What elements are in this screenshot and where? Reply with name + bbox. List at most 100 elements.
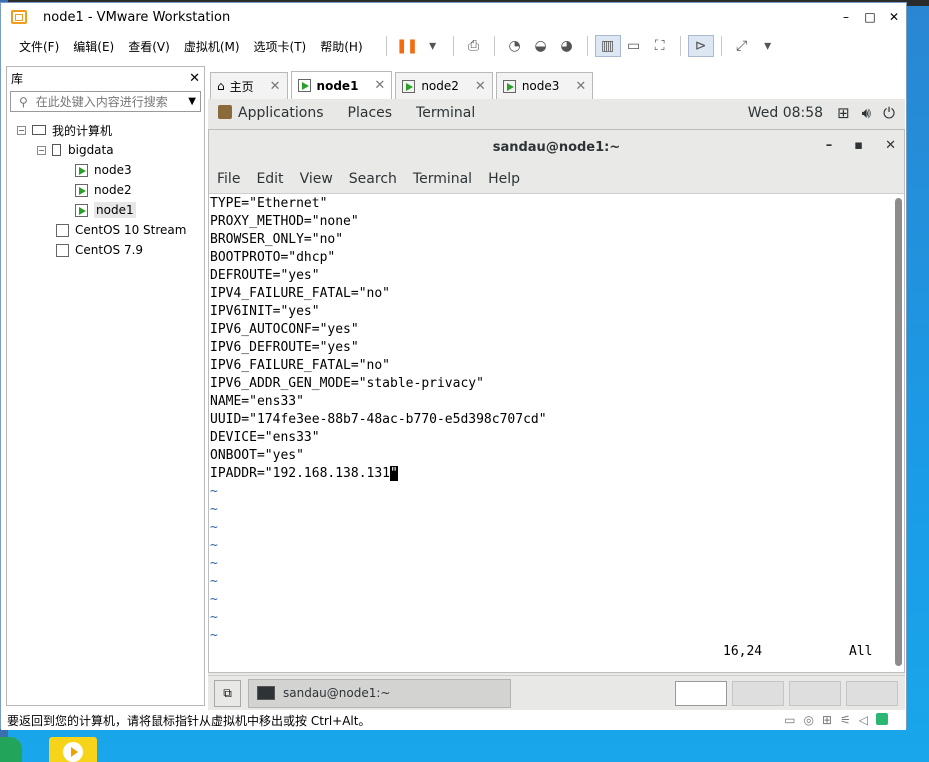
applications-menu[interactable]: Applications (218, 105, 324, 121)
terminal-scrollbar[interactable] (895, 198, 902, 666)
collapse-icon[interactable]: − (37, 145, 46, 155)
taskbar-terminal-item[interactable]: sandau@node1:~ (248, 678, 511, 708)
menu-bar: 文件(F) 编辑(E) 查看(V) 虚拟机(M) 选项卡(T) 帮助(H) ❚❚… (1, 31, 906, 61)
empty-line-marker: ~ (210, 538, 218, 553)
running-vm-icon (297, 79, 311, 92)
library-panel: 库 ✕ ⚲ 在此处键入内容进行搜索 ▼ − 我的计算机 − bigdata no… (6, 66, 205, 706)
terminal-menu-terminal[interactable]: Terminal (413, 171, 472, 187)
close-icon[interactable]: ✕ (374, 78, 385, 93)
workspace-2[interactable] (732, 680, 784, 706)
buffer-line: IPV6INIT="yes" (210, 304, 320, 319)
snapshot-icon[interactable]: ◔ (502, 35, 528, 57)
volume-icon[interactable]: 🔊︎ (862, 104, 871, 122)
menu-file[interactable]: 文件(F) (19, 38, 59, 55)
terminal-menu-view[interactable]: View (300, 171, 333, 187)
tree-item-bigdata[interactable]: − bigdata (7, 140, 204, 160)
tab-home[interactable]: ⌂ 主页 ✕ (210, 72, 288, 99)
terminal-content[interactable]: TYPE="Ethernet" PROXY_METHOD="none" BROW… (209, 194, 904, 672)
empty-line-marker: ~ (210, 574, 218, 589)
menu-help[interactable]: 帮助(H) (320, 38, 362, 55)
pause-icon[interactable]: ❚❚ (394, 35, 420, 57)
network-icon[interactable]: ⊞ (837, 104, 850, 122)
library-tree: − 我的计算机 − bigdata node3 node2 node1 Cent… (7, 120, 204, 260)
computer-icon (32, 125, 46, 135)
buffer-line: TYPE="Ethernet" (210, 196, 328, 211)
terminal-maximize-button[interactable]: ▪ (854, 138, 863, 153)
collapse-icon[interactable]: − (17, 125, 26, 135)
terminal-menu-file[interactable]: File (217, 171, 240, 187)
empty-line-marker: ~ (210, 502, 218, 517)
close-icon[interactable]: ✕ (270, 79, 281, 94)
menu-edit[interactable]: 编辑(E) (73, 38, 114, 55)
toolbar-separator (679, 36, 681, 56)
usb-icon[interactable]: ⚟ (840, 713, 851, 727)
workspace-4[interactable] (846, 680, 898, 706)
menu-view[interactable]: 查看(V) (128, 38, 170, 55)
terminal-close-button[interactable]: ✕ (885, 138, 896, 153)
status-hint: 要返回到您的计算机，请将鼠标指针从虚拟机中移出或按 Ctrl+Alt。 (7, 713, 371, 728)
chevron-down-icon[interactable]: ▼ (188, 96, 196, 107)
message-log-icon[interactable] (876, 713, 888, 725)
cd-drive-icon[interactable]: ◎ (803, 713, 813, 727)
tree-item-node1[interactable]: node1 (7, 200, 204, 220)
terminal-menu-edit[interactable]: Edit (256, 171, 283, 187)
show-desktop-icon[interactable]: ⧉ (214, 679, 241, 707)
sound-card-icon[interactable]: ◁ (859, 713, 868, 727)
title-bar: node1 - VMware Workstation – □ ✕ (1, 3, 906, 31)
terminal-title: sandau@node1:~ (492, 139, 621, 155)
library-close-icon[interactable]: ✕ (189, 71, 200, 86)
tab-node3[interactable]: node3 ✕ (495, 72, 594, 99)
buffer-line: UUID="174fe3ee-88b7-48ac-b770-e5d398c707… (210, 412, 547, 427)
library-toggle-icon[interactable]: ▥ (594, 35, 621, 57)
tree-item-node3[interactable]: node3 (7, 160, 204, 180)
tree-item-centos10[interactable]: CentOS 10 Stream (7, 220, 204, 240)
stretch-icon[interactable]: ⤢ (729, 35, 755, 57)
places-menu[interactable]: Places (348, 105, 393, 121)
chevron-down-icon[interactable]: ▾ (420, 35, 446, 57)
empty-line-marker: ~ (210, 520, 218, 535)
chevron-down-icon[interactable]: ▾ (755, 35, 781, 57)
tab-label: node2 (421, 79, 459, 93)
minimize-button[interactable]: – (834, 10, 858, 24)
console-view-icon[interactable]: ⊳ (687, 35, 714, 57)
close-icon[interactable]: ✕ (575, 79, 586, 94)
library-search-input[interactable]: ⚲ 在此处键入内容进行搜索 ▼ (10, 91, 201, 112)
desktop-app-icon[interactable] (0, 737, 22, 762)
terminal-menu[interactable]: Terminal (416, 105, 475, 121)
terminal-menu-help[interactable]: Help (488, 171, 520, 187)
maximize-button[interactable]: □ (858, 10, 882, 24)
tree-item-my-computer[interactable]: − 我的计算机 (7, 120, 204, 140)
tab-node2[interactable]: node2 ✕ (395, 72, 493, 99)
workspace-3[interactable] (789, 680, 841, 706)
search-icon: ⚲ (19, 94, 28, 109)
clock[interactable]: Wed 08:58 (748, 105, 823, 121)
tab-node1[interactable]: node1 ✕ (290, 71, 393, 99)
library-title: 库 (11, 71, 24, 86)
send-ctrl-alt-del-icon[interactable]: ⎙ (461, 35, 487, 57)
desktop-player-icon[interactable] (49, 737, 97, 762)
power-icon[interactable]: ⏻ (883, 104, 895, 122)
buffer-line: NAME="ens33" (210, 394, 304, 409)
buffer-line: IPV6_ADDR_GEN_MODE="stable-privacy" (210, 376, 484, 391)
fullscreen-icon[interactable]: ⛶ (647, 35, 673, 57)
running-vm-icon (75, 183, 88, 197)
buffer-line: DEVICE="ens33" (210, 430, 320, 445)
close-button[interactable]: ✕ (882, 10, 906, 24)
thumbnail-bar-icon[interactable]: ▭ (621, 35, 647, 57)
snapshot-manager-icon[interactable]: ◕ (554, 35, 580, 57)
workspace-1[interactable] (675, 680, 727, 706)
empty-line-marker: ~ (210, 628, 218, 643)
revert-snapshot-icon[interactable]: ◒ (528, 35, 554, 57)
network-adapter-icon[interactable]: ⊞ (822, 713, 832, 727)
vm-console[interactable]: Applications Places Terminal Wed 08:58 ⊞… (208, 99, 905, 710)
terminal-minimize-button[interactable]: – (826, 138, 833, 153)
tree-item-centos7[interactable]: CentOS 7.9 (7, 240, 204, 260)
tree-item-node2[interactable]: node2 (7, 180, 204, 200)
terminal-window: sandau@node1:~ – ▪ ✕ File Edit View Sear… (208, 129, 905, 673)
close-icon[interactable]: ✕ (475, 79, 486, 94)
hard-disk-icon[interactable]: ▭ (784, 713, 795, 727)
menu-vm[interactable]: 虚拟机(M) (184, 38, 240, 55)
terminal-menu-search[interactable]: Search (349, 171, 397, 187)
menu-tabs[interactable]: 选项卡(T) (254, 38, 307, 55)
applications-icon (218, 105, 232, 119)
